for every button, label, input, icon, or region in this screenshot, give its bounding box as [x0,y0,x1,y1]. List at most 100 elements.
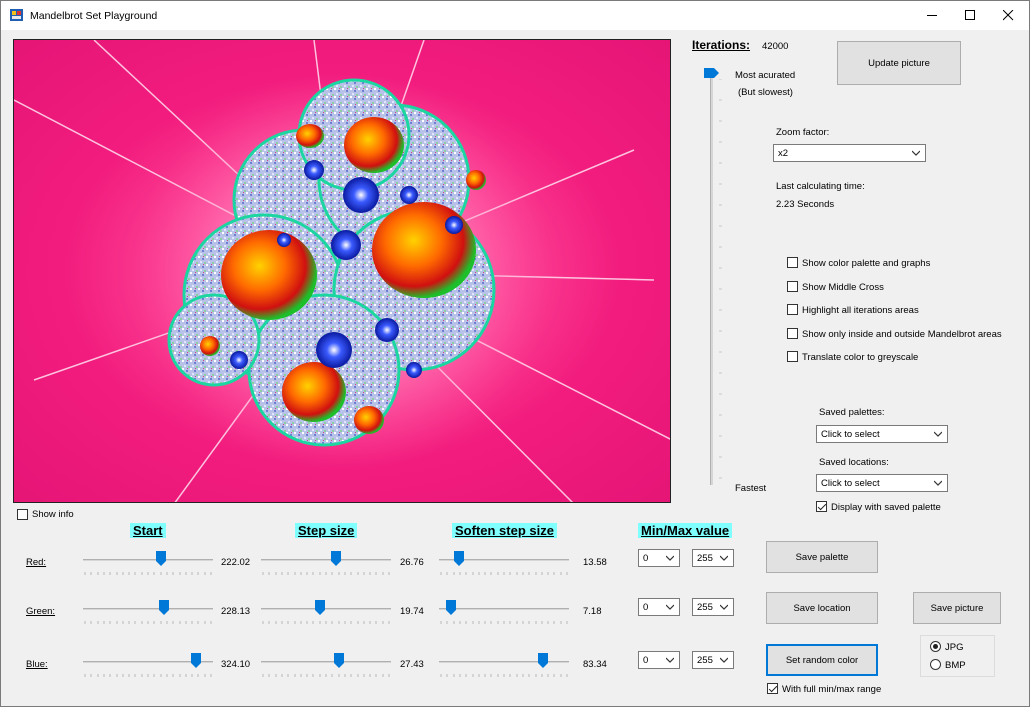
red-soften-value: 13.58 [583,557,607,568]
maximize-icon [965,10,975,20]
blue-min-select[interactable]: 0 [638,651,680,669]
format-jpg-label: JPG [945,642,964,653]
option-inside-outside-checkbox[interactable] [787,328,798,339]
save-palette-button[interactable]: Save palette [766,541,878,573]
red-max-select[interactable]: 255 [692,549,734,567]
slider-track [83,608,213,610]
slider-thumb[interactable] [191,653,202,668]
blue-step-slider[interactable] [261,653,391,681]
format-bmp-radio[interactable] [930,659,941,670]
calc-time-value: 2.23 Seconds [776,199,835,210]
chevron-down-icon [720,604,728,610]
option-color-palette-checkbox[interactable] [787,257,798,268]
mandelbrot-picture[interactable] [13,39,671,503]
green-start-slider[interactable] [83,600,213,628]
show-info-label: Show info [32,509,74,520]
iterations-label: Iterations: [692,38,751,52]
option-greyscale-checkbox[interactable] [787,351,798,362]
blue-soften-slider[interactable] [439,653,569,681]
chevron-down-icon [912,150,920,156]
green-min-select[interactable]: 0 [638,598,680,616]
saved-locations-value: Click to select [821,477,880,489]
update-picture-button[interactable]: Update picture [837,41,961,85]
slider-thumb[interactable] [538,653,548,668]
saved-locations-select[interactable]: Click to select [816,474,948,492]
minimize-icon [927,15,937,16]
row-label-blue: Blue: [26,659,48,670]
fractal-image [14,40,670,502]
iterations-fastest-label: Fastest [735,483,767,494]
option-highlight-iterations-checkbox[interactable] [787,304,798,315]
close-icon [1003,10,1014,21]
slider-track [261,559,391,561]
header-step-size: Step size [295,523,358,538]
main-window: Mandelbrot Set Playground Show info Iter… [0,0,1030,707]
option-inside-outside-label: Show only inside and outside Mandelbrot … [802,329,1002,340]
slider-track [261,608,391,610]
red-max-value: 255 [697,552,713,564]
green-soften-slider[interactable] [439,600,569,628]
option-middle-cross-label: Show Middle Cross [802,282,884,293]
set-random-color-button[interactable]: Set random color [766,644,878,676]
calc-time-label: Last calculating time: [776,181,865,192]
slider-thumb[interactable] [158,600,169,615]
slider-thumb[interactable] [445,600,456,615]
red-soften-slider[interactable] [439,551,569,579]
slider-ticks [440,674,568,677]
iterations-slider-track[interactable] [710,73,713,485]
red-step-value: 26.76 [400,557,424,568]
blue-step-value: 27.43 [400,659,424,670]
header-min-max: Min/Max value [638,523,733,538]
slider-track [439,661,569,663]
saved-palettes-select[interactable]: Click to select [816,425,948,443]
iterations-value: 42000 [762,41,789,52]
green-soften-value: 7.18 [583,606,602,617]
slider-ticks [262,674,390,677]
blue-max-value: 255 [697,654,713,666]
maximize-button[interactable] [952,1,990,30]
slider-thumb[interactable] [314,600,325,615]
green-max-select[interactable]: 255 [692,598,734,616]
save-picture-button[interactable]: Save picture [913,592,1001,624]
red-step-slider[interactable] [261,551,391,579]
display-saved-palette-label: Display with saved palette [831,502,941,513]
slider-thumb[interactable] [331,551,342,566]
zoom-factor-select[interactable]: x2 [773,144,926,162]
slider-track [83,559,213,561]
slider-ticks [440,572,568,575]
close-button[interactable] [990,1,1028,30]
save-location-button[interactable]: Save location [766,592,878,624]
option-middle-cross-checkbox[interactable] [787,281,798,292]
header-start: Start [130,523,166,538]
format-jpg-radio[interactable] [930,641,941,652]
slider-thumb[interactable] [156,551,166,566]
chevron-down-icon [720,555,728,561]
chevron-down-icon [720,657,728,663]
slider-thumb[interactable] [453,551,464,566]
row-label-green: Green: [26,606,56,617]
option-color-palette-label: Show color palette and graphs [802,258,931,269]
slider-ticks [262,572,390,575]
slider-thumb[interactable] [334,653,344,668]
zoom-factor-value: x2 [778,147,789,159]
title-bar[interactable]: Mandelbrot Set Playground [1,1,1029,30]
option-greyscale-label: Translate color to greyscale [802,352,919,363]
green-max-value: 255 [697,601,713,613]
minimize-button[interactable] [914,1,952,30]
full-range-label: With full min/max range [782,684,882,695]
window-title: Mandelbrot Set Playground [30,10,158,22]
saved-palettes-label: Saved palettes: [819,407,885,418]
display-saved-palette-checkbox[interactable] [816,501,827,512]
red-min-select[interactable]: 0 [638,549,680,567]
red-start-value: 222.02 [221,557,251,568]
zoom-factor-label: Zoom factor: [776,127,830,138]
full-range-checkbox[interactable] [767,683,778,694]
blue-start-slider[interactable] [83,653,213,681]
red-start-slider[interactable] [83,551,213,579]
show-info-checkbox[interactable] [17,509,28,520]
red-min-value: 0 [643,552,649,564]
green-step-slider[interactable] [261,600,391,628]
blue-min-value: 0 [643,654,649,666]
iterations-slider-thumb[interactable] [704,68,720,78]
blue-max-select[interactable]: 255 [692,651,734,669]
